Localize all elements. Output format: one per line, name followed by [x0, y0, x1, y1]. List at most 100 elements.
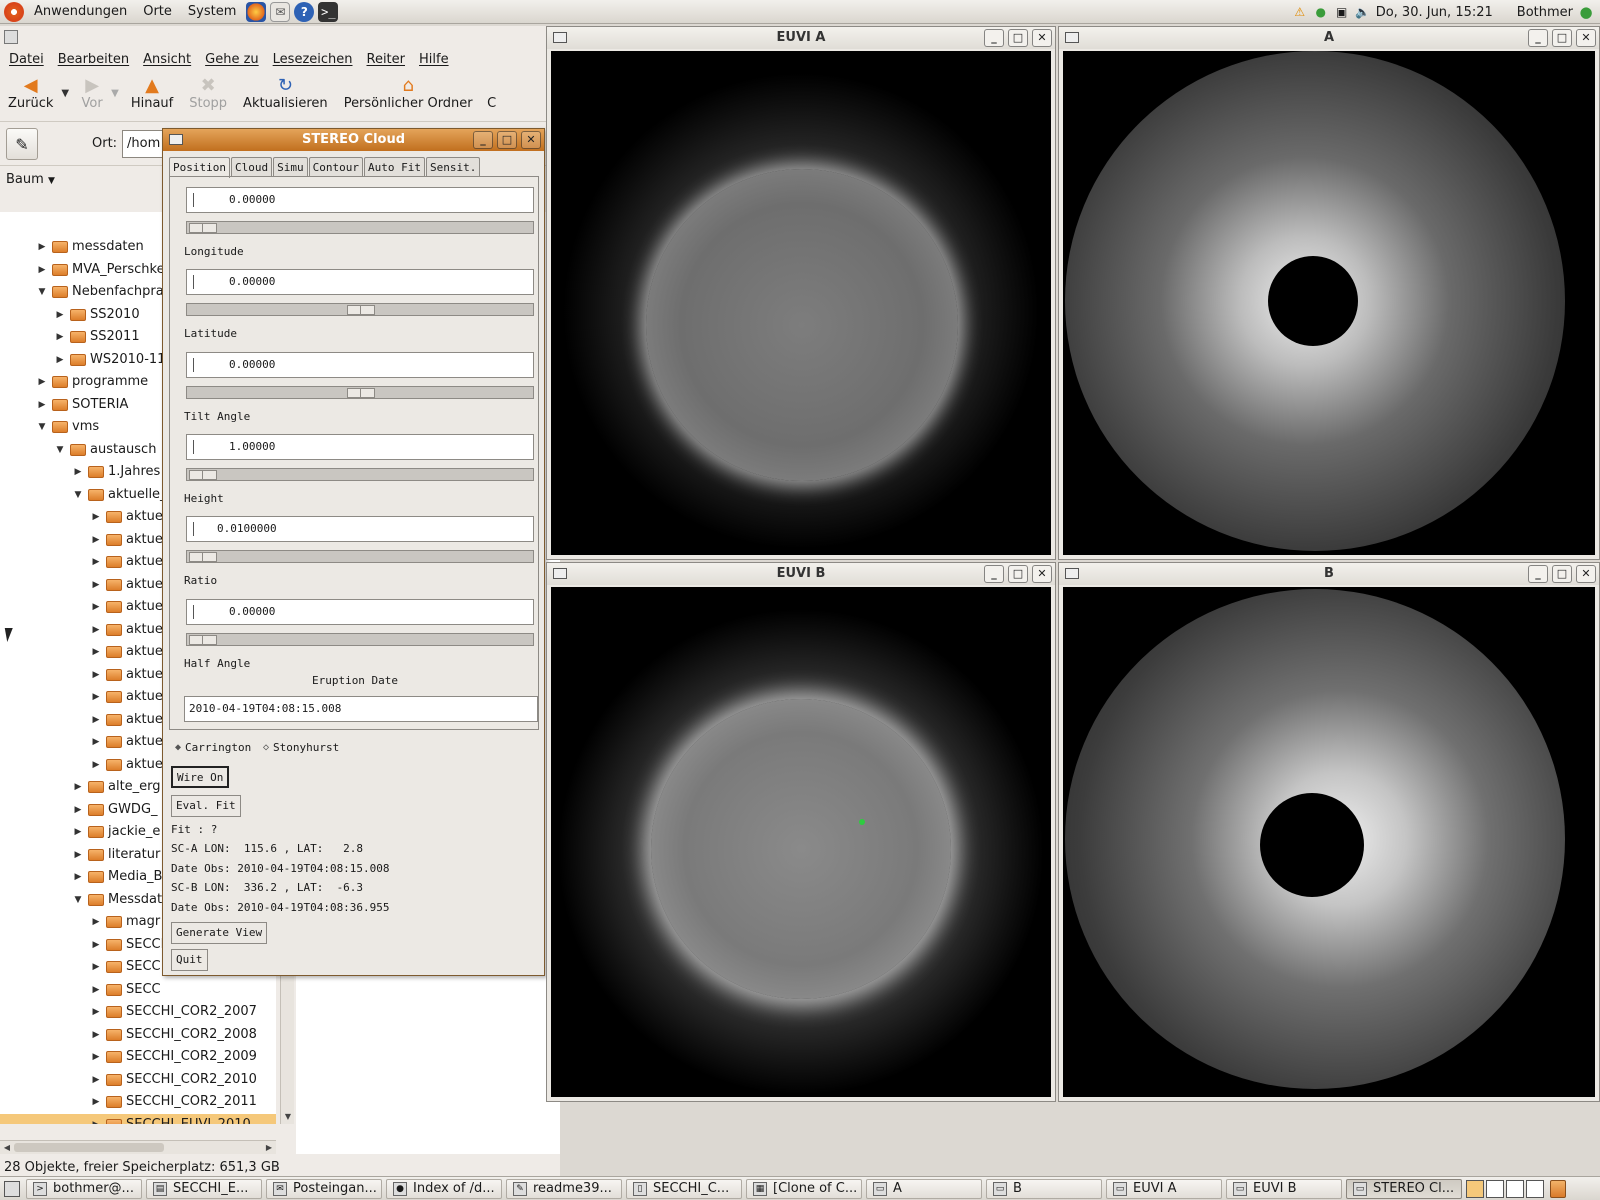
euvi-a-image[interactable]	[551, 51, 1051, 555]
tree-item[interactable]: ▶ magr	[0, 911, 161, 933]
tree-item[interactable]: ▶ SECC	[0, 956, 161, 978]
scrollbar-thumb[interactable]	[14, 1143, 164, 1152]
expander-closed-icon[interactable]: ▶	[90, 731, 102, 753]
up-button[interactable]: ▲ Hinauf	[123, 74, 181, 112]
warning-icon[interactable]: ⚠	[1292, 4, 1308, 20]
value-slider[interactable]	[186, 632, 534, 646]
tree-item[interactable]: ▶ WS2010-11	[0, 349, 166, 371]
close-button[interactable]: ✕	[1032, 29, 1052, 47]
forward-history-dropdown[interactable]: ▼	[111, 88, 119, 99]
window-menu-icon[interactable]	[1065, 568, 1079, 579]
taskbar-button[interactable]: ✉ Posteingan...	[266, 1178, 382, 1199]
expander-closed-icon[interactable]: ▶	[54, 326, 66, 348]
close-button[interactable]: ✕	[1576, 29, 1596, 47]
home-button[interactable]: ⌂ Persönlicher Ordner	[336, 74, 481, 112]
workspace-1[interactable]	[1466, 1179, 1484, 1198]
taskbar-button[interactable]: ▭ EUVI A	[1106, 1178, 1222, 1199]
tab-position[interactable]: Position	[169, 157, 230, 178]
expander-closed-icon[interactable]: ▶	[90, 551, 102, 573]
tree-item[interactable]: ▶ SS2011	[0, 326, 140, 348]
menu-applications[interactable]: Anwendungen	[26, 0, 135, 24]
expander-closed-icon[interactable]: ▶	[90, 1001, 102, 1023]
eval-fit-button[interactable]: Eval. Fit	[171, 795, 241, 817]
help-icon[interactable]: ?	[294, 1, 315, 22]
minimize-button[interactable]: _	[1528, 565, 1548, 583]
window-menu-icon[interactable]	[553, 568, 567, 579]
stop-button[interactable]: ✖ Stopp	[181, 74, 235, 112]
tree-item[interactable]: ▶ SS2010	[0, 304, 140, 326]
cor-b-image[interactable]	[1063, 587, 1595, 1097]
tree-item[interactable]: ▶ aktue	[0, 506, 163, 528]
expander-closed-icon[interactable]: ▶	[90, 1024, 102, 1046]
slider-handle[interactable]	[189, 469, 217, 480]
reload-button[interactable]: ↻ Aktualisieren	[235, 74, 336, 112]
tree-item[interactable]: ▼ austausch	[0, 439, 157, 461]
taskbar-button[interactable]: ▭ STEREO Cl...	[1346, 1178, 1462, 1199]
tree-item[interactable]: ▶ SECCHI_COR2_2010	[0, 1069, 257, 1091]
menu-lesezeichen[interactable]: Lesezeichen	[266, 52, 360, 67]
menu-reiter[interactable]: Reiter	[360, 52, 413, 67]
minimize-button[interactable]: _	[984, 29, 1004, 47]
expander-closed-icon[interactable]: ▶	[90, 754, 102, 776]
expander-closed-icon[interactable]: ▶	[90, 686, 102, 708]
menu-bearbeiten[interactable]: Bearbeiten	[51, 52, 136, 67]
tab-simu[interactable]: Simu	[273, 157, 308, 177]
expander-open-icon[interactable]: ▼	[72, 889, 84, 911]
workspace-2[interactable]	[1486, 1179, 1504, 1198]
back-history-dropdown[interactable]: ▼	[61, 88, 69, 99]
value-slider[interactable]	[186, 303, 534, 317]
slider-handle[interactable]	[189, 223, 217, 233]
taskbar-button[interactable]: ▤ SECCHI_E...	[146, 1178, 262, 1199]
close-button[interactable]: ✕	[1032, 565, 1052, 583]
tree-item[interactable]: ▼ vms	[0, 416, 100, 438]
expander-closed-icon[interactable]: ▶	[72, 866, 84, 888]
forward-button[interactable]: ▶ Vor	[73, 74, 111, 112]
menu-ansicht[interactable]: Ansicht	[136, 52, 198, 67]
tree-item[interactable]: ▶ literatur	[0, 844, 161, 866]
tab-sensit[interactable]: Sensit.	[425, 157, 481, 177]
tree-item[interactable]: ▶ SECCI	[0, 934, 165, 956]
tree-item[interactable]: ▶ aktue	[0, 574, 163, 596]
wire-on-button[interactable]: Wire On	[171, 766, 230, 788]
expander-closed-icon[interactable]: ▶	[90, 911, 102, 933]
tree-item[interactable]: ▶ aktue	[0, 664, 163, 686]
tree-item[interactable]: ▶ GWDG_	[0, 799, 158, 821]
value-slider[interactable]	[186, 385, 534, 399]
maximize-button[interactable]: □	[1008, 565, 1028, 583]
expander-closed-icon[interactable]: ▶	[72, 844, 84, 866]
expander-closed-icon[interactable]: ▶	[72, 461, 84, 483]
back-button[interactable]: ◀ Zurück	[0, 74, 61, 112]
expander-closed-icon[interactable]: ▶	[54, 304, 66, 326]
slider-handle[interactable]	[347, 305, 375, 316]
firefox-icon[interactable]	[246, 1, 267, 22]
workspace-4[interactable]	[1526, 1179, 1544, 1198]
expander-closed-icon[interactable]: ▶	[90, 506, 102, 528]
taskbar-button[interactable]: > bothmer@...	[26, 1178, 142, 1199]
window-menu-icon[interactable]	[169, 134, 183, 145]
close-button[interactable]: ✕	[521, 131, 541, 149]
tree-item[interactable]: ▶ messdaten	[0, 236, 144, 258]
expander-closed-icon[interactable]: ▶	[90, 619, 102, 641]
network-icon[interactable]: ●	[1313, 4, 1329, 20]
taskbar-button[interactable]: ● Index of /d...	[386, 1178, 502, 1199]
slider-handle[interactable]	[347, 387, 375, 398]
menu-hilfe[interactable]: Hilfe	[412, 52, 456, 67]
radio-carrington[interactable]: ◆ Carrington	[175, 741, 251, 754]
tab-cloud[interactable]: Cloud	[230, 157, 273, 177]
terminal-icon[interactable]: >_	[318, 1, 339, 22]
status-online-icon[interactable]: ●	[1578, 3, 1594, 21]
tree-item[interactable]: ▶ Media_B	[0, 866, 163, 888]
expander-closed-icon[interactable]: ▶	[90, 596, 102, 618]
expander-closed-icon[interactable]: ▶	[36, 259, 48, 281]
menu-gehe-zu[interactable]: Gehe zu	[198, 52, 266, 67]
slider-handle[interactable]	[189, 634, 217, 645]
workspace-3[interactable]	[1506, 1179, 1524, 1198]
expander-closed-icon[interactable]: ▶	[90, 574, 102, 596]
tree-horizontal-scrollbar[interactable]: ◀ ▶	[0, 1140, 276, 1154]
expander-closed-icon[interactable]: ▶	[72, 799, 84, 821]
tree-item[interactable]: ▶ aktue	[0, 709, 163, 731]
value-field[interactable]: 0.00000	[186, 598, 534, 625]
close-button[interactable]: ✕	[1576, 565, 1596, 583]
maximize-button[interactable]: □	[1008, 29, 1028, 47]
taskbar-button[interactable]: ▭ B	[986, 1178, 1102, 1199]
